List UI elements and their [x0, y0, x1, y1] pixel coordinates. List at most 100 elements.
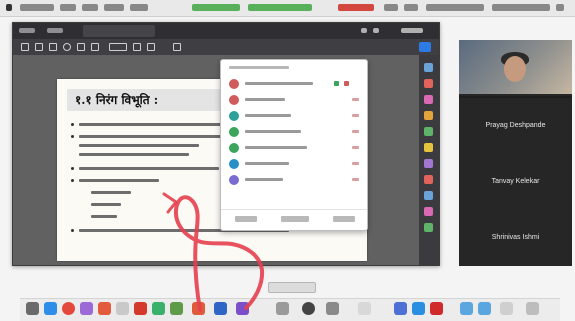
maps-icon[interactable]	[170, 302, 183, 315]
apple-icon[interactable]	[6, 4, 12, 11]
menu-item[interactable]	[60, 4, 76, 11]
participants-popup[interactable]	[220, 59, 368, 231]
save-icon[interactable]	[21, 43, 29, 51]
notes-icon[interactable]	[116, 302, 129, 315]
sign-in-button[interactable]	[401, 28, 423, 33]
app-icon[interactable]	[358, 302, 371, 315]
trash-icon[interactable]	[526, 302, 539, 315]
protect-icon[interactable]	[424, 159, 433, 168]
home-tab[interactable]	[19, 28, 35, 33]
mic-icon[interactable]	[352, 114, 359, 117]
chrome-icon[interactable]	[62, 302, 75, 315]
notification-icon[interactable]	[373, 28, 379, 33]
mute-all-button[interactable]	[281, 216, 309, 222]
preview-icon[interactable]	[326, 302, 339, 315]
bullet	[71, 179, 74, 182]
participant-row[interactable]	[221, 156, 367, 172]
person-face	[504, 56, 526, 82]
pdf-viewer-window: १.१ निरंग विभूति :	[12, 22, 440, 266]
zoom-in-icon[interactable]	[147, 43, 155, 51]
downloads-icon[interactable]	[500, 302, 513, 315]
page-down-icon[interactable]	[91, 43, 99, 51]
participant-row[interactable]	[221, 76, 367, 92]
mail-icon[interactable]	[49, 43, 57, 51]
settings-icon[interactable]	[276, 302, 289, 315]
video-tile[interactable]: Tanvay Kelekar	[459, 154, 572, 210]
zoom-icon[interactable]	[302, 302, 315, 315]
page-number-field[interactable]	[109, 43, 127, 51]
user-menu[interactable]	[492, 4, 550, 11]
create-pdf-icon[interactable]	[424, 79, 433, 88]
participant-name	[245, 82, 313, 85]
menu-item[interactable]	[20, 4, 54, 11]
video-icon[interactable]	[334, 81, 339, 86]
participant-row[interactable]	[221, 172, 367, 188]
mic-icon[interactable]	[352, 178, 359, 181]
page-up-icon[interactable]	[77, 43, 85, 51]
participant-row[interactable]	[221, 140, 367, 156]
menu-item[interactable]	[104, 4, 124, 11]
photos-icon[interactable]	[80, 302, 93, 315]
meeting-indicator[interactable]	[248, 4, 312, 11]
mic-icon[interactable]	[344, 81, 349, 86]
calendar-icon[interactable]	[98, 302, 111, 315]
participant-row[interactable]	[221, 124, 367, 140]
powerpoint-icon[interactable]	[192, 302, 205, 315]
facetime-icon[interactable]	[152, 302, 165, 315]
help-icon[interactable]	[361, 28, 367, 33]
stop-share-indicator[interactable]	[338, 4, 374, 11]
finder-icon[interactable]	[26, 302, 39, 315]
folder-icon[interactable]	[478, 302, 491, 315]
participant-name	[245, 178, 283, 181]
video-tile[interactable]: Prayag Deshpande	[459, 98, 572, 154]
text-line	[91, 191, 131, 194]
participant-name	[245, 146, 307, 149]
bullet	[71, 167, 74, 170]
invite-button[interactable]	[235, 216, 257, 222]
document-tab[interactable]	[83, 25, 155, 37]
word-icon[interactable]	[214, 302, 227, 315]
mic-icon[interactable]	[352, 130, 359, 133]
comment-icon[interactable]	[424, 111, 433, 120]
avatar	[229, 159, 239, 169]
menu-item[interactable]	[82, 4, 98, 11]
acrobat-icon[interactable]	[430, 302, 443, 315]
print-icon[interactable]	[35, 43, 43, 51]
folder-icon[interactable]	[460, 302, 473, 315]
participant-row[interactable]	[221, 108, 367, 124]
app-icon[interactable]	[394, 302, 407, 315]
more-button[interactable]	[333, 216, 355, 222]
title-bar	[13, 23, 439, 39]
edit-pdf-icon[interactable]	[424, 95, 433, 104]
safari-icon[interactable]	[44, 302, 57, 315]
participant-row[interactable]	[221, 92, 367, 108]
menu-item[interactable]	[130, 4, 148, 11]
cursor-icon[interactable]	[173, 43, 181, 51]
redact-icon[interactable]	[424, 175, 433, 184]
compare-icon[interactable]	[424, 191, 433, 200]
fill-sign-icon[interactable]	[424, 143, 433, 152]
battery-icon[interactable]	[404, 4, 418, 11]
search-icon[interactable]	[556, 4, 564, 11]
video-tile-self[interactable]	[459, 40, 572, 96]
wifi-icon[interactable]	[384, 4, 398, 11]
video-tile[interactable]: Shrinivas Ishmi	[459, 210, 572, 266]
participant-name-label: Shrinivas Ishmi	[491, 234, 540, 241]
mic-icon[interactable]	[352, 98, 359, 101]
export-pdf-icon[interactable]	[424, 63, 433, 72]
app-icon[interactable]	[412, 302, 425, 315]
avatar	[229, 111, 239, 121]
mic-icon[interactable]	[352, 162, 359, 165]
share-button[interactable]	[419, 42, 431, 52]
more-tools-icon[interactable]	[424, 207, 433, 216]
status-chip[interactable]	[268, 282, 316, 293]
mic-icon[interactable]	[352, 146, 359, 149]
onenote-icon[interactable]	[236, 302, 249, 315]
zoom-out-icon[interactable]	[133, 43, 141, 51]
organize-icon[interactable]	[424, 127, 433, 136]
tools-tab[interactable]	[47, 28, 63, 33]
scan-icon[interactable]	[424, 223, 433, 232]
recording-indicator[interactable]	[192, 4, 240, 11]
search-icon[interactable]	[63, 43, 71, 51]
music-icon[interactable]	[134, 302, 147, 315]
